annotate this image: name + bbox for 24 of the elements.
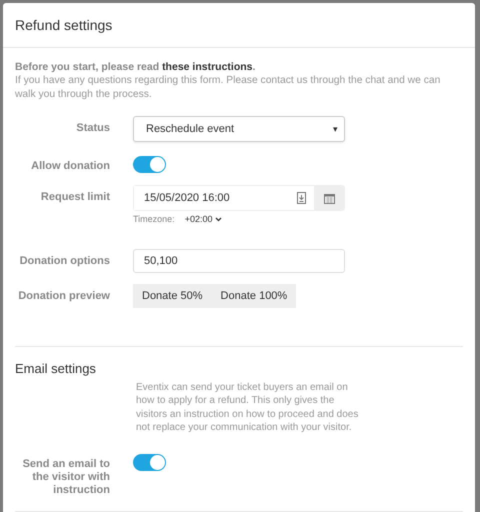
- field-label: Donation preview: [17, 289, 110, 303]
- donate-button[interactable]: Donate 100%: [212, 284, 296, 308]
- status-select[interactable]: Reschedule event ▾: [133, 116, 345, 142]
- field-label: Donation options: [18, 254, 110, 268]
- calendar-button[interactable]: [314, 186, 344, 210]
- email-description: Eventix can send your ticket buyers an email on how to apply for a refund. This only gives the visitors an instruction on how to proceed and does not replace your communication with your visitor.: [136, 381, 360, 434]
- date-field[interactable]: 15/05/2020 16:00: [133, 185, 345, 211]
- timezone-select[interactable]: +02:00: [184, 214, 222, 224]
- intro-text: If you have any questions regarding this form. Please contact us through the chat and we can walk you through the process.: [15, 74, 442, 102]
- donate-button[interactable]: Donate 50%: [133, 284, 212, 308]
- calendar-icon: [324, 192, 334, 204]
- field-label: Send an email to the visitor with instruction: [22, 457, 110, 498]
- toggle-switch[interactable]: [133, 454, 166, 472]
- section-title: Email settings: [15, 361, 97, 376]
- field-label: Status: [75, 121, 110, 135]
- chevron-down-icon: [214, 217, 222, 222]
- field-label: Request limit: [40, 190, 110, 204]
- field-label: Allow donation: [30, 159, 110, 173]
- caret-icon: ▾: [333, 124, 338, 134]
- toggle-switch[interactable]: [133, 156, 166, 173]
- timezone-label: Timezone:: [133, 214, 175, 224]
- donation-options-field[interactable]: 50,100: [133, 249, 345, 273]
- intro-lead: Before you start, please read these instructions.: [15, 60, 256, 74]
- window-title: Refund settings: [15, 17, 112, 33]
